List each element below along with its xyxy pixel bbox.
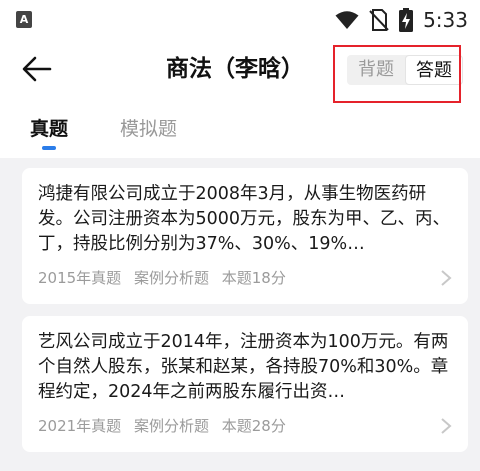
arrow-left-icon[interactable] bbox=[20, 52, 54, 86]
tab-bar: 真题 模拟题 bbox=[0, 108, 480, 152]
question-meta: 2021年真题 案例分析题 本题28分 bbox=[38, 416, 418, 436]
status-bar: A 5:33 bbox=[0, 0, 480, 40]
no-sim-icon bbox=[369, 9, 389, 31]
app-notification-icon: A bbox=[16, 11, 32, 28]
battery-charging-icon bbox=[399, 8, 414, 32]
question-score: 本题18分 bbox=[221, 269, 286, 287]
page-title: 商法（李晗） bbox=[166, 56, 304, 82]
app-bar: 商法（李晗） 背题 答题 bbox=[0, 40, 480, 103]
question-year: 2021年真题 bbox=[38, 417, 122, 435]
question-type: 案例分析题 bbox=[133, 269, 209, 287]
chevron-right-icon bbox=[441, 418, 452, 434]
question-type: 案例分析题 bbox=[133, 417, 209, 435]
answer-mode-button[interactable]: 答题 bbox=[405, 55, 463, 85]
status-icons: 5:33 bbox=[335, 6, 468, 34]
question-meta: 2015年真题 案例分析题 本题18分 bbox=[38, 268, 418, 288]
question-score: 本题28分 bbox=[221, 417, 286, 435]
tab-mock-exam[interactable]: 模拟题 bbox=[120, 116, 177, 142]
tab-real-exam[interactable]: 真题 bbox=[30, 116, 68, 142]
question-text: 艺风公司成立于2014年，注册资本为100万元。有两个自然人股东，张某和赵某，各… bbox=[38, 332, 449, 402]
wifi-icon bbox=[335, 11, 359, 29]
mode-toggle: 背题 答题 bbox=[347, 55, 463, 85]
question-card[interactable]: 艺风公司成立于2014年，注册资本为100万元。有两个自然人股东，张某和赵某，各… bbox=[22, 316, 468, 452]
chevron-right-icon bbox=[441, 270, 452, 286]
question-year: 2015年真题 bbox=[38, 269, 122, 287]
recite-mode-button[interactable]: 背题 bbox=[347, 55, 405, 85]
status-time: 5:33 bbox=[423, 8, 468, 32]
question-text: 鸿捷有限公司成立于2008年3月，从事生物医药研发。公司注册资本为5000万元，… bbox=[38, 184, 451, 254]
active-tab-indicator bbox=[42, 146, 56, 150]
question-card[interactable]: 鸿捷有限公司成立于2008年3月，从事生物医药研发。公司注册资本为5000万元，… bbox=[22, 168, 468, 304]
